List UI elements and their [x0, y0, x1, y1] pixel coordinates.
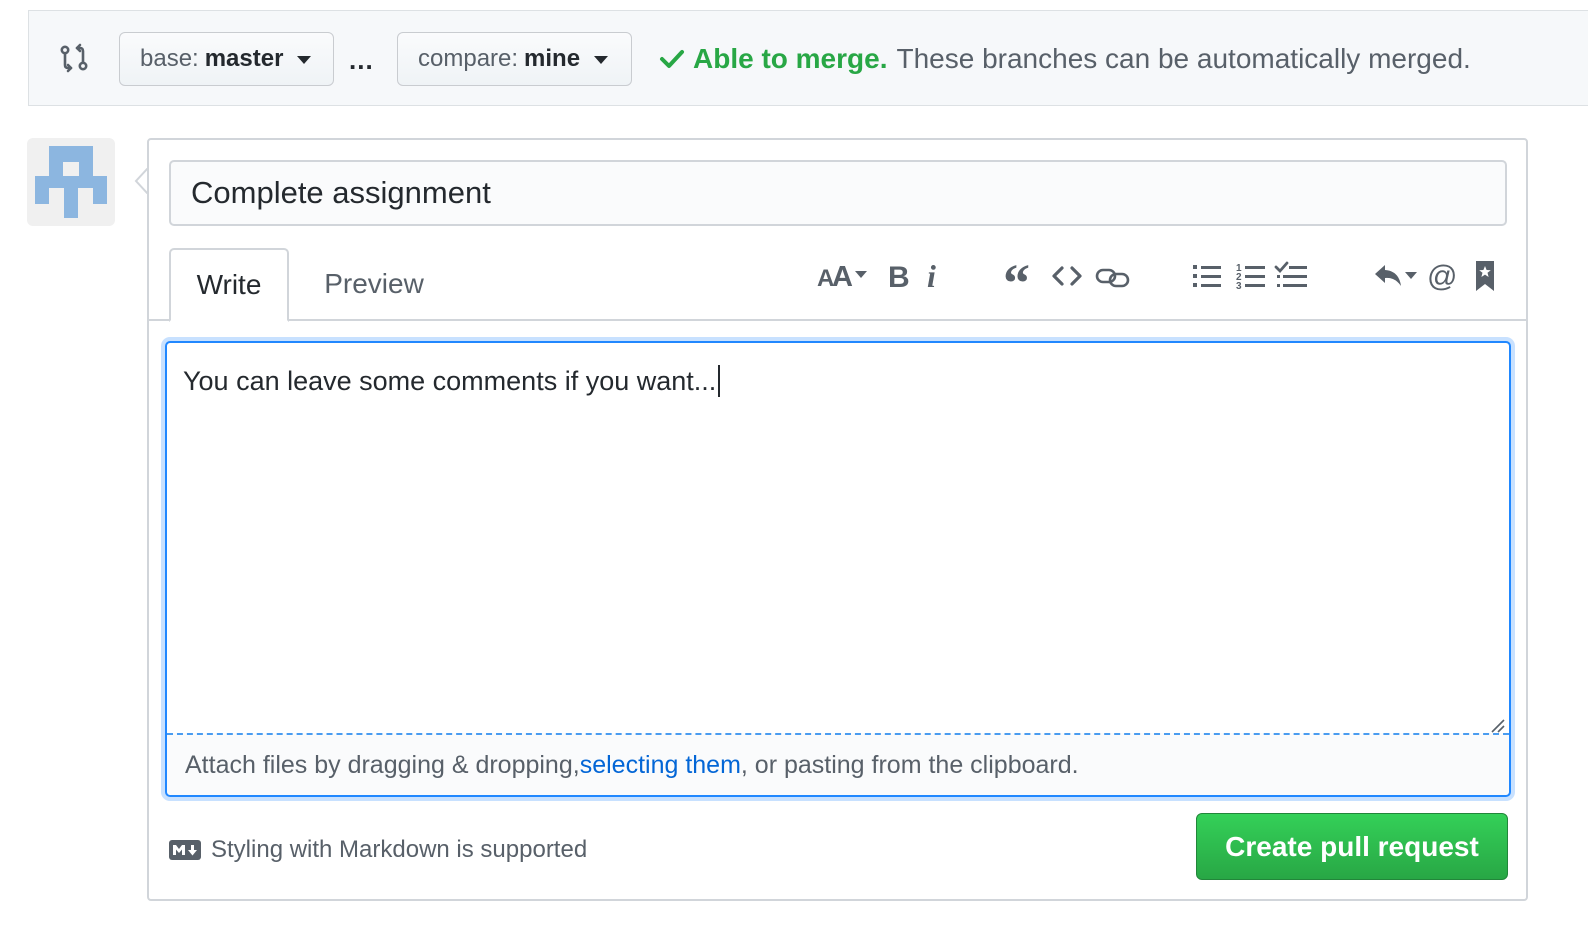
unordered-list-icon[interactable]: [1189, 256, 1225, 296]
svg-text:A: A: [832, 261, 853, 293]
avatar[interactable]: [27, 138, 115, 226]
title-input[interactable]: Complete assignment: [169, 160, 1507, 226]
compare-branch-select[interactable]: compare: mine: [397, 32, 632, 86]
markdown-icon[interactable]: [169, 840, 201, 860]
pull-request-form: Complete assignment Write Preview A A B …: [147, 138, 1528, 901]
ordered-list-icon[interactable]: 123: [1233, 256, 1269, 296]
italic-icon[interactable]: i: [921, 256, 947, 296]
resize-handle-icon[interactable]: [1489, 717, 1505, 733]
compare-arrows-icon: [60, 43, 88, 73]
comment-textarea[interactable]: You can leave some comments if you want.…: [183, 365, 721, 397]
link-icon[interactable]: [1093, 256, 1133, 296]
svg-text:“: “: [1003, 259, 1030, 293]
code-icon[interactable]: [1049, 256, 1085, 296]
svg-text:B: B: [888, 261, 910, 293]
tab-write[interactable]: Write: [169, 248, 289, 322]
mention-icon[interactable]: @: [1425, 256, 1459, 296]
merge-message: These branches can be automatically merg…: [896, 43, 1471, 74]
identicon-icon: [35, 146, 107, 218]
task-list-icon[interactable]: [1273, 256, 1313, 296]
svg-text:@: @: [1427, 260, 1457, 293]
markdown-toolbar: A A B i “ 123 @: [149, 256, 1526, 296]
merge-status: Able to merge. These branches can be aut…: [659, 43, 1471, 75]
check-icon: [660, 50, 684, 68]
svg-text:i: i: [927, 259, 936, 293]
branch-separator: ...: [349, 45, 374, 75]
markdown-note-text[interactable]: Styling with Markdown is supported: [211, 836, 587, 864]
chevron-down-icon: [297, 56, 312, 64]
text-size-icon[interactable]: A A: [817, 256, 873, 296]
bold-icon[interactable]: B: [884, 256, 914, 296]
markdown-note: Styling with Markdown is supported: [169, 836, 587, 864]
quote-icon[interactable]: “: [999, 256, 1039, 296]
reply-icon[interactable]: [1371, 256, 1421, 296]
svg-text:3: 3: [1236, 281, 1242, 292]
attach-suffix: , or pasting from the clipboard.: [740, 750, 1079, 779]
compare-branch-name: mine: [524, 45, 581, 72]
comment-editor[interactable]: You can leave some comments if you want.…: [165, 341, 1511, 797]
comment-body-text: You can leave some comments if you want.…: [183, 365, 717, 396]
base-branch-name: master: [204, 45, 284, 72]
attach-prefix: Attach files by dragging & dropping,: [185, 750, 580, 779]
base-prefix: base:: [140, 45, 199, 72]
chevron-down-icon: [594, 56, 609, 64]
text-cursor: [718, 365, 721, 397]
saved-reply-icon[interactable]: [1471, 256, 1499, 296]
compare-bar: base: master ... compare: mine Able to m…: [28, 10, 1588, 106]
select-files-link[interactable]: selecting them: [580, 751, 741, 780]
merge-ok-text: Able to merge.: [693, 43, 888, 74]
base-branch-select[interactable]: base: master: [119, 32, 334, 86]
attach-files-bar: Attach files by dragging & dropping, sel…: [167, 733, 1509, 795]
create-pull-request-button[interactable]: Create pull request: [1196, 813, 1508, 880]
compare-prefix: compare:: [418, 45, 519, 72]
